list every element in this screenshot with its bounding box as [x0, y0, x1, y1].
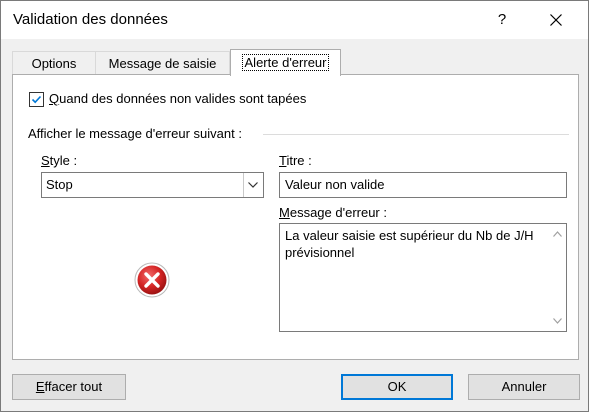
stop-error-icon	[134, 262, 170, 298]
group-divider	[263, 134, 569, 135]
style-dropdown-button[interactable]	[243, 173, 263, 197]
title-input-value: Valeur non valide	[285, 177, 385, 192]
cancel-button[interactable]: Annuler	[468, 374, 580, 400]
tab-input-message[interactable]: Message de saisie	[95, 51, 230, 75]
ok-button[interactable]: OK	[341, 374, 453, 400]
style-dropdown-value: Stop	[46, 177, 73, 192]
error-message-label: Message d'erreur :	[279, 205, 387, 220]
close-button[interactable]	[533, 1, 579, 39]
chevron-down-icon	[248, 182, 258, 188]
tab-options[interactable]: Options	[12, 51, 96, 75]
tab-error-alert-label: Alerte d'erreur	[241, 54, 330, 71]
close-icon	[550, 14, 562, 26]
error-message-text: La valeur saisie est supérieur du Nb de …	[285, 228, 534, 260]
error-alert-panel: Quand des données non valides sont tapée…	[12, 74, 579, 360]
title-bar: Validation des données ?	[1, 1, 588, 39]
textarea-scrollbar[interactable]	[549, 224, 566, 331]
show-error-checkbox-label: Quand des données non valides sont tapée…	[49, 91, 307, 106]
data-validation-dialog: Validation des données ? Options Message…	[0, 0, 589, 412]
checkmark-icon	[31, 95, 42, 104]
style-dropdown[interactable]: Stop	[41, 172, 264, 198]
dialog-title: Validation des données	[13, 11, 168, 28]
help-button[interactable]: ?	[479, 1, 525, 39]
clear-all-button[interactable]: Effacer tout	[12, 374, 126, 400]
scroll-up-arrow-icon[interactable]	[553, 231, 562, 237]
group-label: Afficher le message d'erreur suivant :	[28, 126, 242, 141]
error-message-textarea[interactable]: La valeur saisie est supérieur du Nb de …	[279, 223, 567, 332]
title-label: Titre :	[279, 153, 312, 168]
style-label: Style :	[41, 153, 78, 168]
show-error-checkbox[interactable]	[29, 92, 44, 107]
scroll-down-arrow-icon[interactable]	[553, 318, 562, 324]
title-input[interactable]: Valeur non valide	[279, 172, 567, 198]
tab-error-alert[interactable]: Alerte d'erreur	[230, 49, 341, 76]
